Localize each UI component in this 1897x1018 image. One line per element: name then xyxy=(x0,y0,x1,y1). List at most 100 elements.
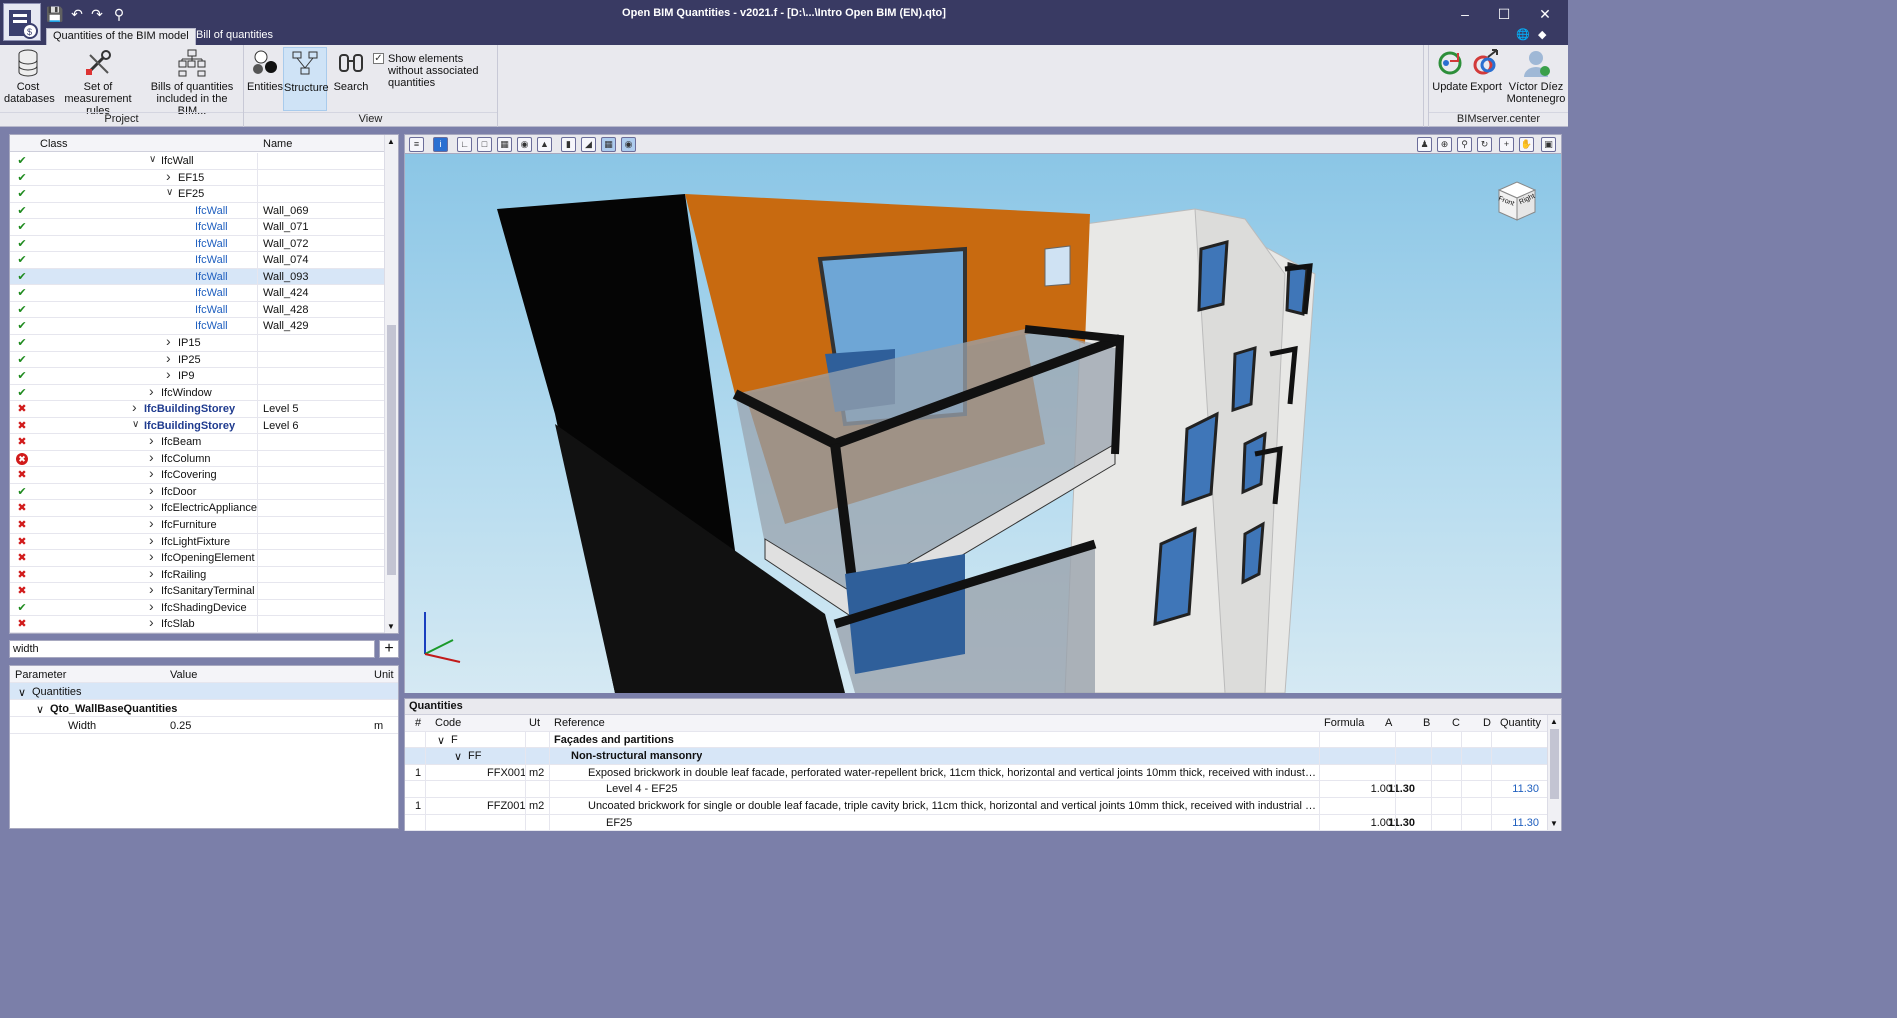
tree-row[interactable]: ✖ › IfcRailing xyxy=(10,565,385,584)
update-button[interactable]: Update xyxy=(1431,47,1469,93)
tree-row[interactable]: ✖ ∨ IfcBuildingStorey Level 6 xyxy=(10,417,385,435)
search-button[interactable]: Search xyxy=(330,47,372,93)
qty-scroll-up-icon[interactable]: ▲ xyxy=(1550,717,1558,726)
tree-row[interactable]: ✔ › IP9 xyxy=(10,366,385,385)
chevron-right-icon[interactable]: › xyxy=(149,498,159,514)
chevron-right-icon[interactable]: › xyxy=(149,581,159,597)
chevron-right-icon[interactable]: › xyxy=(149,548,159,564)
tree-row[interactable]: ✖ › IfcLightFixture xyxy=(10,532,385,551)
3d-viewport[interactable]: Front Right xyxy=(404,154,1562,693)
tree-row[interactable]: ✔ IfcWall Wall_429 xyxy=(10,318,385,336)
chevron-down-icon[interactable]: ∨ xyxy=(166,187,176,198)
color-mode-icon[interactable]: ▮ xyxy=(561,137,576,152)
tree-scrollbar-thumb[interactable] xyxy=(387,325,396,575)
layers-icon[interactable]: ≡ xyxy=(409,137,424,152)
fullscreen-icon[interactable]: ▣ xyxy=(1541,137,1556,152)
tree-row[interactable]: ✔ ∨ EF25 xyxy=(10,186,385,203)
qty-header-formula[interactable]: Formula xyxy=(1324,717,1364,729)
tab-bill-of-quantities[interactable]: Bill of quantities xyxy=(190,28,279,45)
tree-row[interactable]: ✔ IfcWall Wall_069 xyxy=(10,202,385,220)
chevron-right-icon[interactable]: › xyxy=(149,482,159,498)
pan-hand-icon[interactable]: ✋ xyxy=(1519,137,1534,152)
tree-row[interactable]: ✖ › IfcFurniture xyxy=(10,515,385,534)
tree-row[interactable]: ✔ IfcWall Wall_074 xyxy=(10,252,385,269)
parameter-row[interactable]: Width 0.25 m xyxy=(10,717,398,734)
bills-included-button[interactable]: Bills of quantities included in the BIM.… xyxy=(144,47,240,117)
tree-row[interactable]: ✔ ∨ IfcWall xyxy=(10,153,385,170)
chevron-right-icon[interactable]: › xyxy=(149,432,159,448)
tree-header-name[interactable]: Name xyxy=(263,138,292,150)
chevron-right-icon[interactable]: › xyxy=(132,399,142,415)
chevron-down-icon[interactable]: ∨ xyxy=(18,686,26,699)
params-header-value[interactable]: Value xyxy=(170,669,197,681)
tree-header-class[interactable]: Class xyxy=(40,138,68,150)
parameter-filter-input[interactable]: width xyxy=(9,640,375,658)
quantity-row[interactable]: 1 FFX001 m2 Exposed brickwork in double lea… xyxy=(405,764,1561,782)
quantity-row[interactable]: ∨ F Façades and partitions xyxy=(405,731,1561,749)
params-header-parameter[interactable]: Parameter xyxy=(15,669,66,681)
chevron-down-icon[interactable]: ∨ xyxy=(149,154,159,165)
tree-row[interactable]: ✖ › IfcBeam xyxy=(10,432,385,451)
view-cube[interactable]: Front Right xyxy=(1495,178,1539,222)
parameter-value[interactable]: 0.25 xyxy=(170,720,191,732)
user-account-button[interactable]: Víctor Díez Montenegro xyxy=(1505,47,1567,105)
chevron-right-icon[interactable]: › xyxy=(149,383,159,399)
tree-row[interactable]: ✖ › IfcColumn xyxy=(10,449,385,468)
add-filter-button[interactable]: + xyxy=(379,640,399,658)
quantity-row[interactable]: 1 FFZ001 m2 Uncoated brickwork for single o… xyxy=(405,797,1561,815)
help-icon[interactable]: ◆ xyxy=(1538,28,1546,45)
eye-icon[interactable]: ◉ xyxy=(621,137,636,152)
tree-row[interactable]: ✔ IfcWall Wall_093 xyxy=(10,268,385,286)
chevron-down-icon[interactable]: ∨ xyxy=(132,419,142,430)
tree-row[interactable]: ✖ › IfcBuildingStorey Level 5 xyxy=(10,399,385,418)
quantity-row[interactable]: EF25 1.00 11.30 11.30 xyxy=(405,814,1561,832)
tree-row[interactable]: ✔ IfcWall Wall_424 xyxy=(10,285,385,302)
checkbox-check-icon[interactable]: ✓ xyxy=(373,53,384,64)
tree-row[interactable]: ✖ › IfcOpeningElement xyxy=(10,548,385,567)
tab-quantities-bim-model[interactable]: Quantities of the BIM model xyxy=(46,28,196,45)
tree-row[interactable]: ✖ › IfcCovering xyxy=(10,465,385,484)
app-logo-icon[interactable]: $ xyxy=(3,3,41,41)
zoom-person-icon[interactable]: ♟ xyxy=(1417,137,1432,152)
export-button[interactable]: Export xyxy=(1469,47,1503,93)
cube-icon[interactable]: □ xyxy=(477,137,492,152)
shading-icon[interactable]: ◢ xyxy=(581,137,596,152)
chevron-right-icon[interactable]: › xyxy=(149,532,159,548)
orbit-icon[interactable]: ↻ xyxy=(1477,137,1492,152)
visibility-icon[interactable]: ◉ xyxy=(517,137,532,152)
minimize-icon[interactable]: – xyxy=(1450,4,1480,24)
qty-header-code[interactable]: Code xyxy=(435,717,461,729)
show-without-quantities-checkbox[interactable]: ✓ Show elements without associated quanti… xyxy=(373,53,496,89)
tree-row[interactable]: ✔ IfcWall Wall_071 xyxy=(10,219,385,236)
tree-row[interactable]: ✔ IfcWall Wall_428 xyxy=(10,301,385,319)
params-header-unit[interactable]: Unit xyxy=(374,669,394,681)
quantity-row[interactable]: Level 4 - EF25 1.00 11.30 11.30 xyxy=(405,781,1561,798)
zoom-in-icon[interactable]: + xyxy=(1499,137,1514,152)
tree-row[interactable]: ✖ › IfcSanitaryTerminal xyxy=(10,581,385,600)
chevron-right-icon[interactable]: › xyxy=(166,333,176,349)
chevron-right-icon[interactable]: › xyxy=(166,350,176,366)
zoom-extents-icon[interactable]: ⊕ xyxy=(1437,137,1452,152)
tree-row[interactable]: ✖ › IfcElectricAppliance xyxy=(10,498,385,518)
tree-row[interactable]: ✔ › IP25 xyxy=(10,350,385,369)
qty-header-b[interactable]: B xyxy=(1423,717,1430,729)
structure-button[interactable]: Structure xyxy=(283,47,329,111)
chevron-down-icon[interactable]: ∨ xyxy=(36,703,44,716)
chevron-right-icon[interactable]: › xyxy=(149,565,159,581)
chevron-right-icon[interactable]: › xyxy=(149,449,159,465)
measurement-rules-button[interactable]: Set of measurement rules xyxy=(55,47,141,117)
walk-icon[interactable]: ▲ xyxy=(537,137,552,152)
close-icon[interactable]: ✕ xyxy=(1530,4,1560,24)
tree-row[interactable]: ✔ › EF15 xyxy=(10,168,385,187)
parameter-row[interactable]: ∨ Qto_WallBaseQuantities xyxy=(10,700,398,717)
tree-row[interactable]: ✔ › IfcDoor xyxy=(10,482,385,501)
qty-scroll-down-icon[interactable]: ▼ xyxy=(1550,819,1558,828)
quantity-row[interactable]: ∨ FF Non-structural mansonry xyxy=(405,748,1561,765)
chevron-right-icon[interactable]: › xyxy=(149,598,159,614)
quantities-scrollbar-thumb[interactable] xyxy=(1550,729,1559,799)
scroll-up-icon[interactable]: ▲ xyxy=(387,137,395,146)
cost-databases-button[interactable]: Cost databases xyxy=(4,47,55,105)
building-model-drawing[interactable] xyxy=(405,154,1562,693)
qty-header-reference[interactable]: Reference xyxy=(554,717,605,729)
qty-header-c[interactable]: C xyxy=(1452,717,1460,729)
